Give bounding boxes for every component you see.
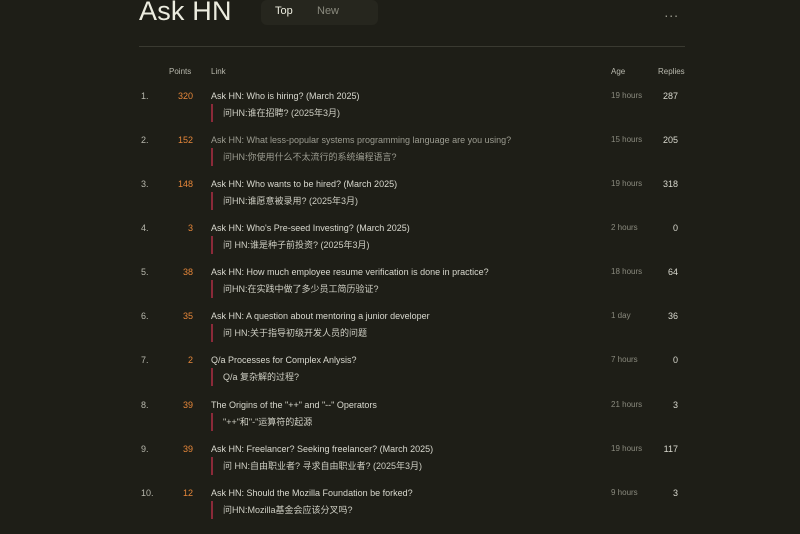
row-rank: 7. <box>141 355 149 365</box>
row-title-link[interactable]: Ask HN: Should the Mozilla Foundation be… <box>211 488 413 498</box>
row-age: 9 hours <box>611 488 638 497</box>
row-translation: 问HN:Mozilla基金会应该分叉吗? <box>211 501 353 519</box>
column-header-link: Link <box>211 67 226 76</box>
column-header-points: Points <box>169 67 192 76</box>
row-age: 19 hours <box>611 91 643 100</box>
row-replies[interactable]: 64 <box>668 267 678 277</box>
row-replies[interactable]: 0 <box>673 223 678 233</box>
row-title-link[interactable]: The Origins of the "++" and "--" Operato… <box>211 400 377 410</box>
row-age: 2 hours <box>611 223 638 232</box>
row-translation: Q/a 复杂解的过程? <box>211 368 299 386</box>
row-translation: 问HN:你使用什么不太流行的系统编程语言? <box>211 148 397 166</box>
row-translation: 问HN:谁在招聘? (2025年3月) <box>211 104 340 122</box>
row-age: 21 hours <box>611 400 643 409</box>
row-rank: 5. <box>141 267 149 277</box>
row-age: 18 hours <box>611 267 643 276</box>
table-row: 3. 148 Ask HN: Who wants to be hired? (Mar… <box>0 179 800 223</box>
row-rank: 1. <box>141 91 149 101</box>
row-points: 152 <box>177 135 193 145</box>
row-title-link[interactable]: Ask HN: Who is hiring? (March 2025) <box>211 91 360 101</box>
row-points: 320 <box>177 91 193 101</box>
table-row: 6. 35 Ask HN: A question about mentoring a… <box>0 311 800 355</box>
table-row: 4. 3 Ask HN: Who's Pre-seed Investing? (Ma… <box>0 223 800 267</box>
page-title: Ask HN <box>139 0 232 26</box>
tab-top[interactable]: Top <box>275 5 293 17</box>
row-rank: 9. <box>141 444 149 454</box>
row-replies[interactable]: 205 <box>663 135 678 145</box>
tab-new[interactable]: New <box>317 5 339 17</box>
table-row: 8. 39 The Origins of the "++" and "--" Ope… <box>0 400 800 444</box>
row-rank: 10. <box>141 488 154 498</box>
row-points: 3 <box>187 223 193 233</box>
row-replies[interactable]: 0 <box>673 355 678 365</box>
row-title-link[interactable]: Ask HN: Who wants to be hired? (March 20… <box>211 179 397 189</box>
row-translation: "++"和"-"运算符的起源 <box>211 413 312 431</box>
table-row: 1. 320 Ask HN: Who is hiring? (March 2025)… <box>0 91 800 135</box>
column-header-age: Age <box>611 67 626 76</box>
row-title-link[interactable]: Ask HN: How much employee resume verific… <box>211 267 489 277</box>
table-row: 5. 38 Ask HN: How much employee resume ver… <box>0 267 800 311</box>
row-title-link[interactable]: Ask HN: Who's Pre-seed Investing? (March… <box>211 223 410 233</box>
table-row: 2. 152 Ask HN: What less-popular systems p… <box>0 135 800 179</box>
row-translation: 问HN:在实践中做了多少员工简历验证? <box>211 280 379 298</box>
row-points: 148 <box>177 179 193 189</box>
row-title-link[interactable]: Ask HN: A question about mentoring a jun… <box>211 311 430 321</box>
table-row: 7. 2 Q/a Processes for Complex Anlysis? Q/a… <box>0 355 800 399</box>
column-header-replies: Replies <box>658 67 685 76</box>
row-rank: 8. <box>141 400 149 410</box>
row-age: 15 hours <box>611 135 643 144</box>
more-options-icon[interactable]: ... <box>664 4 679 20</box>
row-age: 19 hours <box>611 179 643 188</box>
row-points: 39 <box>182 400 193 410</box>
row-rank: 6. <box>141 311 149 321</box>
row-translation: 问 HN:谁是种子前投资? (2025年3月) <box>211 236 370 254</box>
row-age: 1 day <box>611 311 631 320</box>
table-row: 10. 12 Ask HN: Should the Mozilla Foundati… <box>0 488 800 532</box>
row-points: 38 <box>182 267 193 277</box>
row-replies[interactable]: 117 <box>664 444 678 454</box>
row-points: 12 <box>182 488 193 498</box>
row-replies[interactable]: 3 <box>673 488 678 498</box>
row-replies[interactable]: 36 <box>668 311 678 321</box>
row-translation: 问HN:谁愿意被录用? (2025年3月) <box>211 192 358 210</box>
row-rank: 2. <box>141 135 149 145</box>
row-replies[interactable]: 318 <box>663 179 678 189</box>
row-rank: 4. <box>141 223 149 233</box>
row-title-link[interactable]: Q/a Processes for Complex Anlysis? <box>211 355 357 365</box>
row-replies[interactable]: 287 <box>663 91 678 101</box>
row-age: 19 hours <box>611 444 643 453</box>
row-points: 39 <box>182 444 193 454</box>
row-points: 35 <box>182 311 193 321</box>
row-rank: 3. <box>141 179 149 189</box>
tab-switcher: Top New <box>261 0 378 25</box>
row-translation: 问 HN:自由职业者? 寻求自由职业者? (2025年3月) <box>211 457 422 475</box>
row-title-link[interactable]: Ask HN: What less-popular systems progra… <box>211 135 511 145</box>
row-title-link[interactable]: Ask HN: Freelancer? Seeking freelancer? … <box>211 444 433 454</box>
row-replies[interactable]: 3 <box>673 400 678 410</box>
header: Ask HN Top New ... <box>139 0 685 47</box>
row-points: 2 <box>187 355 193 365</box>
row-age: 7 hours <box>611 355 638 364</box>
table-row: 9. 39 Ask HN: Freelancer? Seeking freelanc… <box>0 444 800 488</box>
row-translation: 问 HN:关于指导初级开发人员的问题 <box>211 324 367 342</box>
